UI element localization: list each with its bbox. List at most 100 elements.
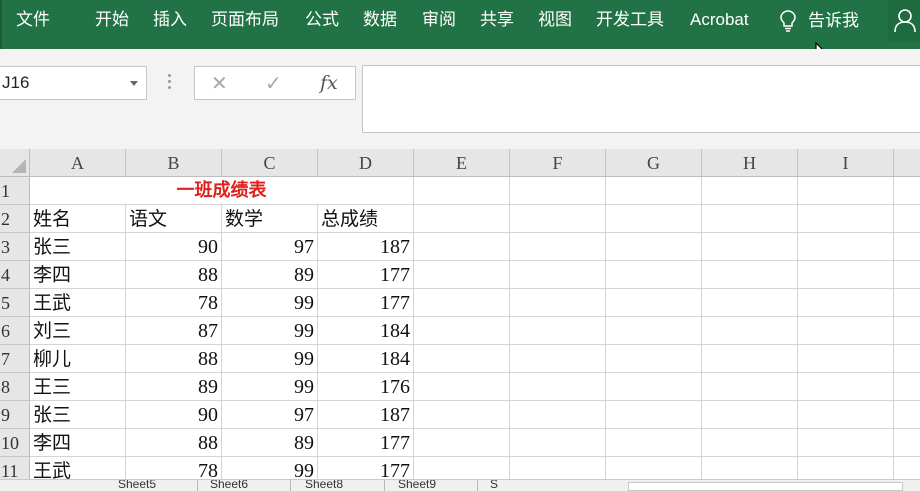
column-header-g[interactable]: G <box>606 149 702 177</box>
empty-cell[interactable] <box>414 261 510 289</box>
empty-cell[interactable] <box>798 205 894 233</box>
empty-cell[interactable] <box>606 289 702 317</box>
empty-cell[interactable] <box>798 261 894 289</box>
score-cell[interactable]: 99 <box>222 373 318 401</box>
score-cell[interactable]: 177 <box>318 261 414 289</box>
row-header[interactable]: 5 <box>0 289 30 317</box>
chevron-down-icon[interactable] <box>130 81 138 86</box>
column-header-e[interactable]: E <box>414 149 510 177</box>
empty-cell[interactable] <box>894 457 920 479</box>
score-cell[interactable]: 184 <box>318 317 414 345</box>
score-cell[interactable]: 176 <box>318 373 414 401</box>
empty-cell[interactable] <box>510 205 606 233</box>
row-header[interactable]: 11 <box>0 457 30 479</box>
tab-acrobat[interactable]: Acrobat <box>690 0 749 40</box>
empty-cell[interactable] <box>894 205 920 233</box>
name-cell[interactable]: 刘三 <box>30 317 126 345</box>
empty-cell[interactable] <box>702 177 798 205</box>
empty-cell[interactable] <box>894 373 920 401</box>
empty-cell[interactable] <box>798 177 894 205</box>
empty-cell[interactable] <box>702 289 798 317</box>
score-cell[interactable]: 99 <box>222 289 318 317</box>
empty-cell[interactable] <box>894 429 920 457</box>
score-cell[interactable]: 177 <box>318 457 414 479</box>
name-cell[interactable]: 张三 <box>30 401 126 429</box>
row-header[interactable]: 6 <box>0 317 30 345</box>
empty-cell[interactable] <box>702 401 798 429</box>
empty-cell[interactable] <box>606 429 702 457</box>
empty-cell[interactable] <box>702 233 798 261</box>
score-cell[interactable]: 99 <box>222 457 318 479</box>
score-cell[interactable]: 78 <box>126 457 222 479</box>
tab-insert[interactable]: 插入 <box>153 0 187 40</box>
empty-cell[interactable] <box>798 373 894 401</box>
score-cell[interactable]: 187 <box>318 401 414 429</box>
empty-cell[interactable] <box>510 373 606 401</box>
enter-icon[interactable]: ✓ <box>265 67 282 99</box>
row-header[interactable]: 8 <box>0 373 30 401</box>
name-cell[interactable]: 王武 <box>30 289 126 317</box>
name-cell[interactable]: 张三 <box>30 233 126 261</box>
empty-cell[interactable] <box>894 317 920 345</box>
sheet-tab[interactable]: Sheet9 <box>398 480 436 491</box>
score-cell[interactable]: 90 <box>126 233 222 261</box>
header-cell[interactable]: 数学 <box>222 205 318 233</box>
score-cell[interactable]: 90 <box>126 401 222 429</box>
column-header-f[interactable]: F <box>510 149 606 177</box>
empty-cell[interactable] <box>894 289 920 317</box>
empty-cell[interactable] <box>510 317 606 345</box>
column-header-i[interactable]: I <box>798 149 894 177</box>
sheet-title-cell[interactable]: 一班成绩表 <box>30 177 414 205</box>
empty-cell[interactable] <box>414 429 510 457</box>
drag-handle-icon[interactable] <box>168 74 172 92</box>
empty-cell[interactable] <box>702 345 798 373</box>
score-cell[interactable]: 88 <box>126 261 222 289</box>
score-cell[interactable]: 177 <box>318 429 414 457</box>
score-cell[interactable]: 99 <box>222 345 318 373</box>
tab-formulas[interactable]: 公式 <box>305 0 339 40</box>
empty-cell[interactable] <box>510 429 606 457</box>
row-header[interactable]: 3 <box>0 233 30 261</box>
row-header[interactable]: 2 <box>0 205 30 233</box>
name-cell[interactable]: 李四 <box>30 261 126 289</box>
tab-review[interactable]: 审阅 <box>422 0 456 40</box>
empty-cell[interactable] <box>510 457 606 479</box>
empty-cell[interactable] <box>414 177 510 205</box>
score-cell[interactable]: 89 <box>222 429 318 457</box>
score-cell[interactable]: 88 <box>126 429 222 457</box>
tab-home[interactable]: 开始 <box>95 0 129 40</box>
name-cell[interactable]: 李四 <box>30 429 126 457</box>
empty-cell[interactable] <box>414 345 510 373</box>
column-header-b[interactable]: B <box>126 149 222 177</box>
empty-cell[interactable] <box>894 261 920 289</box>
empty-cell[interactable] <box>414 401 510 429</box>
score-cell[interactable]: 177 <box>318 289 414 317</box>
score-cell[interactable]: 89 <box>222 261 318 289</box>
empty-cell[interactable] <box>798 401 894 429</box>
tab-data[interactable]: 数据 <box>363 0 397 40</box>
empty-cell[interactable] <box>510 177 606 205</box>
score-cell[interactable]: 87 <box>126 317 222 345</box>
name-cell[interactable]: 王三 <box>30 373 126 401</box>
sheet-tab[interactable]: Sheet5 <box>118 480 156 491</box>
empty-cell[interactable] <box>702 317 798 345</box>
empty-cell[interactable] <box>798 289 894 317</box>
score-cell[interactable]: 88 <box>126 345 222 373</box>
empty-cell[interactable] <box>606 373 702 401</box>
column-header-a[interactable]: A <box>30 149 126 177</box>
row-header[interactable]: 9 <box>0 401 30 429</box>
empty-cell[interactable] <box>414 233 510 261</box>
empty-cell[interactable] <box>894 233 920 261</box>
empty-cell[interactable] <box>702 373 798 401</box>
sheet-tab[interactable]: S <box>490 480 498 491</box>
score-cell[interactable]: 97 <box>222 401 318 429</box>
empty-cell[interactable] <box>798 429 894 457</box>
empty-cell[interactable] <box>510 233 606 261</box>
empty-cell[interactable] <box>798 457 894 479</box>
empty-cell[interactable] <box>510 401 606 429</box>
formula-input[interactable] <box>362 65 920 133</box>
column-header-c[interactable]: C <box>222 149 318 177</box>
empty-cell[interactable] <box>606 345 702 373</box>
empty-cell[interactable] <box>414 457 510 479</box>
sheet-tab[interactable]: Sheet6 <box>210 480 248 491</box>
